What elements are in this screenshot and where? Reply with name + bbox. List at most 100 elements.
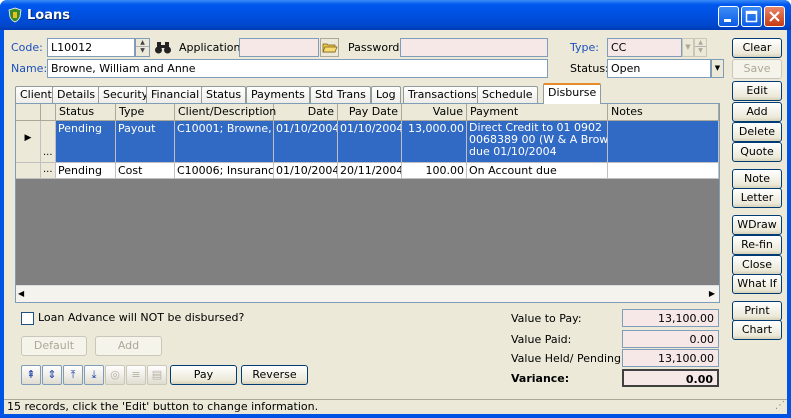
spin-up-icon: ▲ (695, 39, 706, 47)
document-icon[interactable]: ▤ (147, 365, 167, 385)
cell-status: Pending (56, 121, 116, 163)
what-if-button[interactable]: What If (732, 274, 782, 294)
tab-schedule[interactable]: Schedule (477, 86, 538, 104)
row-ellipsis-button[interactable]: ... (41, 121, 56, 163)
move-top-icon[interactable]: ⤒ (63, 365, 83, 385)
row-indicator-icon (16, 163, 41, 179)
cell-notes (608, 121, 719, 163)
edit-button[interactable]: Edit (732, 81, 782, 101)
cell-pay-date: 01/10/2004 (338, 121, 402, 163)
clear-button[interactable]: Clear (732, 38, 782, 58)
column-header-value[interactable]: Value (402, 104, 467, 121)
delete-button[interactable]: Delete (732, 122, 782, 142)
table-row[interactable]: ▶ ... Pending Payout C10001; Browne, ...… (16, 121, 719, 163)
code-input[interactable]: L10012 (47, 38, 135, 57)
default-button[interactable]: Default (21, 336, 87, 356)
horizontal-scrollbar[interactable]: ◀ ▶ (16, 285, 719, 302)
status-select[interactable]: Open (607, 59, 711, 78)
pay-button[interactable]: Pay (170, 365, 237, 385)
tab-label: Status (206, 88, 242, 101)
column-header-date[interactable]: Date (274, 104, 338, 121)
value-paid-label: Value Paid: (511, 333, 572, 346)
not-disbursed-label: Loan Advance will NOT be disbursed? (38, 311, 245, 324)
cell-type: Cost (116, 163, 175, 179)
save-button[interactable]: Save (732, 59, 782, 79)
cell-payment: On Account due (467, 163, 608, 179)
tab-client[interactable]: Client (15, 86, 57, 104)
disbursement-grid[interactable]: Status Type Client/Description Date Pay … (15, 103, 720, 303)
move-first-icon[interactable]: ⇞ (21, 365, 41, 385)
status-bar: 15 records, click the 'Edit' button to c… (4, 399, 787, 414)
reverse-button[interactable]: Reverse (241, 365, 308, 385)
tab-label: Log (376, 88, 396, 101)
table-row[interactable]: ... Pending Cost C10006; Insuranc... 01/… (16, 163, 719, 179)
quote-button[interactable]: Quote (732, 142, 782, 162)
column-header-status[interactable]: Status (56, 104, 116, 121)
grid-ellipsis-header (41, 104, 56, 121)
type-spinner[interactable]: ▲ ▼ (694, 38, 707, 57)
note-button[interactable]: Note (732, 169, 782, 189)
title-bar[interactable]: Loans (0, 0, 791, 30)
column-header-notes[interactable]: Notes (608, 104, 719, 121)
column-header-type[interactable]: Type (116, 104, 175, 121)
maximize-button[interactable] (741, 6, 762, 27)
refin-button[interactable]: Re-fin (732, 235, 782, 255)
column-header-client[interactable]: Client/Description (175, 104, 276, 121)
tab-label: Disburse (548, 86, 597, 99)
tab-details[interactable]: Details (52, 86, 101, 104)
list-icon[interactable]: ≡ (126, 365, 146, 385)
type-select[interactable]: CC (607, 38, 682, 57)
tab-financial[interactable]: Financial (146, 86, 205, 104)
folder-open-icon (322, 43, 338, 53)
grid-corner-header (16, 104, 41, 121)
minimize-icon (724, 19, 731, 22)
password-input[interactable] (400, 38, 548, 57)
binoculars-icon[interactable] (154, 40, 172, 55)
name-input[interactable]: Browne, William and Anne (47, 59, 548, 78)
tab-log[interactable]: Log (371, 86, 401, 104)
add-button[interactable]: Add (732, 102, 782, 122)
tab-security[interactable]: Security (98, 86, 154, 104)
tab-status[interactable]: Status (201, 86, 247, 104)
cell-value: 13,000.00 (402, 121, 467, 163)
minimize-button[interactable] (718, 6, 739, 27)
grid-header: Status Type Client/Description Date Pay … (16, 104, 719, 121)
add-disbursement-button[interactable]: Add (95, 336, 162, 356)
column-header-payment[interactable]: Payment (467, 104, 608, 121)
variance-label: Variance: (511, 372, 570, 385)
row-indicator-icon: ▶ (16, 121, 41, 163)
application-input[interactable] (239, 38, 319, 57)
column-header-pay-date[interactable]: Pay Date (338, 104, 402, 121)
chart-button[interactable]: Chart (732, 320, 782, 340)
move-up-down-icon[interactable]: ⇕ (42, 365, 62, 385)
scroll-right-icon[interactable]: ▶ (709, 289, 715, 298)
client-area: Code: L10012 ▲ ▼ Application: Password: … (4, 30, 787, 414)
tab-payments[interactable]: Payments (246, 86, 310, 104)
close-button[interactable]: Close (732, 255, 782, 275)
move-bottom-icon[interactable]: ⤓ (84, 365, 104, 385)
type-dropdown-button[interactable]: ▼ (682, 38, 694, 57)
row-ellipsis-button[interactable]: ... (41, 163, 56, 179)
cell-value: 100.00 (402, 163, 467, 179)
resize-grip-icon[interactable]: ⋰ (775, 399, 785, 413)
not-disbursed-checkbox[interactable] (21, 312, 34, 325)
code-label: Code: (11, 41, 43, 54)
status-dropdown-button[interactable]: ▼ (711, 59, 724, 78)
disabled-tool-icon[interactable]: ◎ (105, 365, 125, 385)
payment-line: due 01/10/2004 (469, 145, 557, 158)
print-button[interactable]: Print (732, 301, 782, 321)
status-label: Status: (570, 62, 609, 75)
type-label: Type: (570, 41, 599, 54)
wdraw-button[interactable]: WDraw (732, 215, 782, 235)
tab-std-trans[interactable]: Std Trans (310, 86, 371, 104)
scroll-left-icon[interactable]: ◀ (18, 289, 24, 298)
application-label: Application: (179, 41, 245, 54)
tab-disburse[interactable]: Disburse (543, 83, 602, 104)
application-lookup-button[interactable] (320, 38, 339, 57)
value-to-pay-field: 13,100.00 (622, 309, 719, 327)
status-text: 15 records, click the 'Edit' button to c… (7, 400, 319, 413)
tab-transactions[interactable]: Transactions (403, 86, 482, 104)
code-spinner[interactable]: ▲ ▼ (135, 38, 150, 57)
close-window-button[interactable] (764, 6, 785, 27)
letter-button[interactable]: Letter (732, 188, 782, 208)
